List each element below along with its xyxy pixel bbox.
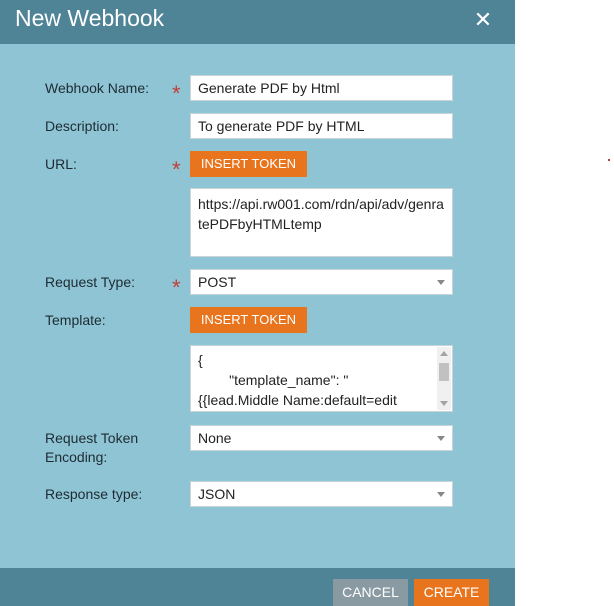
description-input[interactable]: To generate PDF by HTML (190, 113, 453, 139)
request-type-label: Request Type: (45, 274, 136, 290)
response-type-select[interactable]: JSON (190, 481, 453, 507)
chevron-down-icon (437, 436, 445, 441)
chevron-down-icon (437, 492, 445, 497)
cancel-button[interactable]: CANCEL (333, 579, 408, 606)
request-type-value: POST (198, 274, 237, 290)
request-token-encoding-value: None (198, 430, 232, 446)
url-insert-token-button[interactable]: INSERT TOKEN (190, 151, 307, 177)
scroll-down-arrow-icon[interactable] (440, 401, 448, 406)
request-type-select[interactable]: POST (190, 269, 453, 295)
dialog-title: New Webhook (15, 5, 165, 31)
response-type-value: JSON (198, 486, 236, 502)
scroll-thumb[interactable] (439, 363, 449, 381)
required-asterisk: * (172, 81, 181, 106)
required-asterisk: * (172, 157, 181, 182)
template-label: Template: (45, 312, 106, 328)
close-icon[interactable]: ✕ (473, 8, 493, 32)
webhook-name-input[interactable]: Generate PDF by Html (190, 75, 453, 101)
request-token-encoding-label: Request Token Encoding: (45, 430, 139, 465)
page-edge-dot (608, 159, 610, 161)
request-token-encoding-select[interactable]: None (190, 425, 453, 451)
template-textarea[interactable]: { "template_name": " {{lead.Middle Name:… (190, 345, 453, 412)
template-insert-token-button[interactable]: INSERT TOKEN (190, 307, 307, 333)
dialog-titlebar: New Webhook ✕ (0, 0, 515, 44)
url-textarea[interactable]: https://api.rw001.com/rdn/api/adv/genrat… (190, 188, 453, 257)
new-webhook-dialog: New Webhook ✕ Webhook Name: * Generate P… (0, 0, 515, 606)
url-label: URL: (45, 156, 77, 172)
required-asterisk: * (172, 275, 181, 300)
description-label: Description: (45, 118, 119, 134)
template-text: { "template_name": " {{lead.Middle Name:… (198, 352, 397, 408)
scroll-up-arrow-icon[interactable] (440, 351, 448, 356)
create-button[interactable]: CREATE (414, 579, 489, 606)
response-type-label: Response type: (45, 486, 143, 502)
chevron-down-icon (437, 280, 445, 285)
template-scrollbar[interactable] (437, 347, 451, 410)
webhook-name-label: Webhook Name: (45, 80, 150, 96)
